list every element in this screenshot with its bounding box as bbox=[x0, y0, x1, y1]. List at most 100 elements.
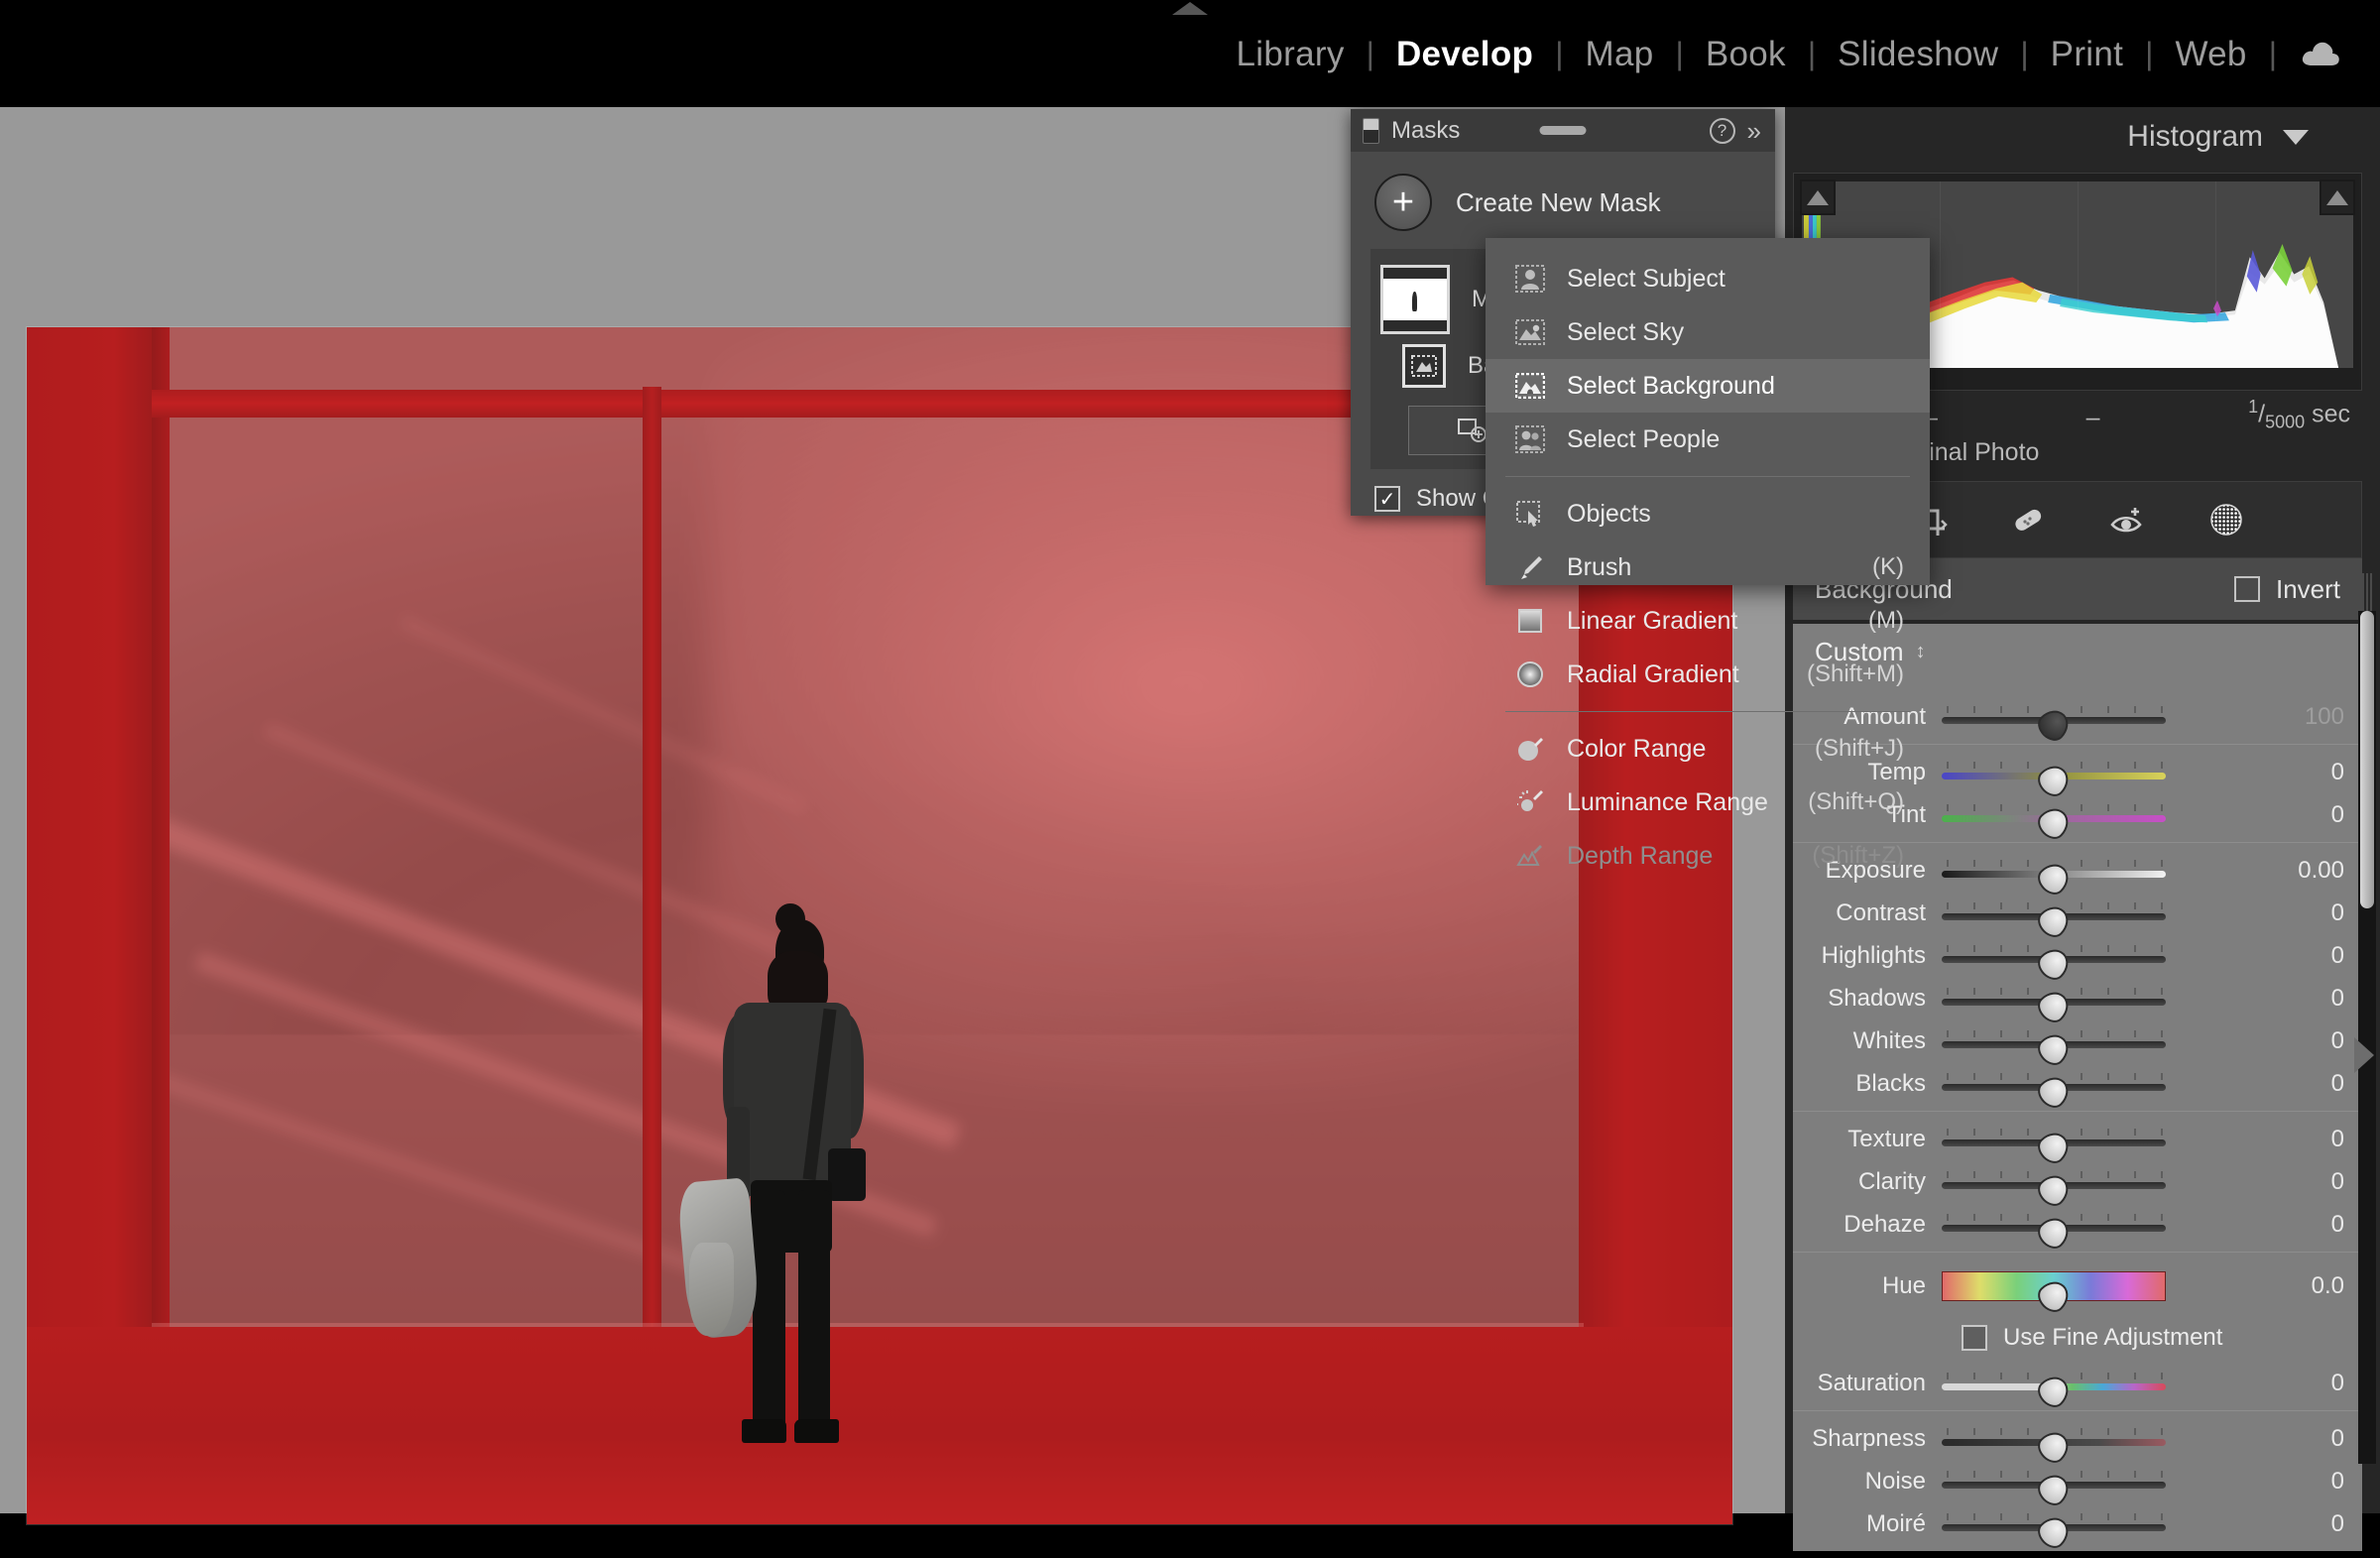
invert-checkbox[interactable] bbox=[2234, 576, 2260, 602]
menu-item-select-sky[interactable]: Select Sky bbox=[1486, 305, 1930, 359]
slider-value[interactable]: 0.00 bbox=[2267, 857, 2344, 885]
linear-gradient-icon bbox=[1513, 606, 1547, 636]
slider-value[interactable]: 0 bbox=[2267, 942, 2344, 970]
histogram-header[interactable]: Histogram bbox=[1785, 107, 2380, 167]
red-eye-icon[interactable] bbox=[2104, 497, 2150, 542]
slider-value[interactable]: 100 bbox=[2267, 703, 2344, 731]
triangle-right-icon[interactable] bbox=[2354, 1037, 2374, 1073]
slider-row-highlights[interactable]: Highlights 0 bbox=[1793, 934, 2362, 977]
slider-row-whites[interactable]: Whites 0 bbox=[1793, 1019, 2362, 1062]
question-mark-icon[interactable]: ? bbox=[1710, 118, 1735, 144]
slider-row-moire[interactable]: Moiré 0 bbox=[1793, 1502, 2362, 1545]
menu-item-select-people[interactable]: Select People bbox=[1486, 413, 1930, 466]
menu-item-select-background[interactable]: Select Background bbox=[1486, 359, 1930, 413]
slider-track[interactable] bbox=[1942, 1269, 2166, 1303]
invert-toggle[interactable]: Invert bbox=[2234, 574, 2340, 605]
module-slideshow[interactable]: Slideshow bbox=[1816, 37, 2020, 71]
slider-label: Contrast bbox=[1793, 899, 1942, 927]
slider-value[interactable]: 0 bbox=[2267, 985, 2344, 1013]
slider-row-noise[interactable]: Noise 0 bbox=[1793, 1460, 2362, 1502]
slider-row-clarity[interactable]: Clarity 0 bbox=[1793, 1160, 2362, 1203]
slider-value[interactable]: 0 bbox=[2267, 1168, 2344, 1196]
create-new-mask-button[interactable]: + Create New Mask bbox=[1351, 152, 1775, 249]
slider-track[interactable] bbox=[1942, 988, 2166, 1010]
slider-value[interactable]: 0 bbox=[2267, 1468, 2344, 1496]
brush-icon bbox=[1513, 552, 1547, 582]
slider-row-dehaze[interactable]: Dehaze 0 bbox=[1793, 1203, 2362, 1246]
slider-value[interactable]: 0 bbox=[2267, 1027, 2344, 1055]
module-book[interactable]: Book bbox=[1684, 37, 1808, 71]
slider-value[interactable]: 0 bbox=[2267, 759, 2344, 786]
menu-item-select-subject[interactable]: Select Subject bbox=[1486, 252, 1930, 305]
module-nav: Library | Develop | Map | Book | Slidesh… bbox=[1215, 37, 2356, 71]
slider-value[interactable]: 0 bbox=[2267, 1510, 2344, 1538]
slider-track[interactable] bbox=[1942, 1171, 2166, 1193]
nav-separator: | bbox=[2145, 38, 2153, 69]
shoe-left bbox=[742, 1419, 786, 1443]
slider-value[interactable]: 0 bbox=[2267, 1370, 2344, 1397]
module-print[interactable]: Print bbox=[2029, 37, 2145, 71]
fine-adjustment-checkbox[interactable] bbox=[1962, 1325, 1987, 1351]
slider-label: Highlights bbox=[1793, 942, 1942, 970]
highlight-clipping-icon[interactable] bbox=[2320, 180, 2355, 215]
shadow-clipping-icon[interactable] bbox=[1800, 180, 1836, 215]
slider-track[interactable] bbox=[1942, 706, 2166, 728]
triangle-down-icon[interactable] bbox=[2283, 130, 2309, 145]
triangle-up-icon[interactable] bbox=[1172, 2, 1208, 15]
nav-separator: | bbox=[2269, 38, 2277, 69]
use-fine-adjustment-toggle[interactable]: Use Fine Adjustment bbox=[1793, 1314, 2362, 1362]
slider-value[interactable]: 0 bbox=[2267, 1425, 2344, 1453]
menu-item-shortcut: (Shift+Q) bbox=[1808, 788, 1904, 816]
slider-row-saturation[interactable]: Saturation 0 bbox=[1793, 1362, 2362, 1404]
slider-row-hue[interactable]: Hue 0.0 bbox=[1793, 1258, 2362, 1314]
module-web[interactable]: Web bbox=[2153, 37, 2268, 71]
menu-item-radial-gradient[interactable]: Radial Gradient (Shift+M) bbox=[1486, 648, 1930, 701]
slider-label: Hue bbox=[1793, 1272, 1942, 1300]
menu-item-brush[interactable]: Brush (K) bbox=[1486, 540, 1930, 594]
drag-handle[interactable] bbox=[1540, 126, 1587, 135]
masking-icon[interactable] bbox=[2203, 497, 2249, 542]
slider-track[interactable] bbox=[1942, 902, 2166, 924]
menu-item-label: Luminance Range bbox=[1567, 788, 1768, 817]
slider-track[interactable] bbox=[1942, 1471, 2166, 1493]
slider-track[interactable] bbox=[1942, 945, 2166, 967]
menu-item-objects[interactable]: Objects bbox=[1486, 487, 1930, 540]
cloud-sync-icon[interactable] bbox=[2277, 39, 2356, 68]
masks-panel-header[interactable]: Masks ? » bbox=[1351, 109, 1775, 152]
slider-row-sharpness[interactable]: Sharpness 0 bbox=[1793, 1417, 2362, 1460]
slider-row-blacks[interactable]: Blacks 0 bbox=[1793, 1062, 2362, 1105]
slider-value[interactable]: 0 bbox=[2267, 1211, 2344, 1239]
slider-track[interactable] bbox=[1942, 762, 2166, 783]
slider-track[interactable] bbox=[1942, 1513, 2166, 1535]
slider-track[interactable] bbox=[1942, 1073, 2166, 1095]
slider-row-shadows[interactable]: Shadows 0 bbox=[1793, 977, 2362, 1019]
slider-track[interactable] bbox=[1942, 860, 2166, 882]
select-background-icon bbox=[1513, 371, 1547, 401]
slider-row-texture[interactable]: Texture 0 bbox=[1793, 1118, 2362, 1160]
slider-value[interactable]: 0 bbox=[2267, 1126, 2344, 1153]
menu-item-label: Select Subject bbox=[1567, 265, 1726, 294]
module-map[interactable]: Map bbox=[1564, 37, 1676, 71]
double-chevron-right-icon[interactable]: » bbox=[1747, 118, 1761, 144]
menu-item-luminance-range[interactable]: Luminance Range (Shift+Q) bbox=[1486, 776, 1930, 829]
slider-value[interactable]: 0 bbox=[2267, 899, 2344, 927]
scrollbar-thumb[interactable] bbox=[2360, 611, 2374, 908]
slider-value[interactable]: 0 bbox=[2267, 1070, 2344, 1098]
show-overlay-checkbox[interactable]: ✓ bbox=[1374, 486, 1400, 512]
slider-track[interactable] bbox=[1942, 1214, 2166, 1236]
slider-track[interactable] bbox=[1942, 1428, 2166, 1450]
menu-item-color-range[interactable]: Color Range (Shift+J) bbox=[1486, 722, 1930, 776]
slider-row-contrast[interactable]: Contrast 0 bbox=[1793, 892, 2362, 934]
slider-track[interactable] bbox=[1942, 1373, 2166, 1394]
menu-item-shortcut: (Shift+M) bbox=[1807, 660, 1904, 688]
menu-item-linear-gradient[interactable]: Linear Gradient (M) bbox=[1486, 594, 1930, 648]
slider-track[interactable] bbox=[1942, 804, 2166, 826]
module-library[interactable]: Library bbox=[1215, 37, 1367, 71]
slider-track[interactable] bbox=[1942, 1030, 2166, 1052]
module-develop[interactable]: Develop bbox=[1374, 37, 1555, 71]
slider-track[interactable] bbox=[1942, 1129, 2166, 1150]
slider-value[interactable]: 0.0 bbox=[2267, 1272, 2344, 1300]
healing-brush-icon[interactable] bbox=[2005, 497, 2051, 542]
slider-value[interactable]: 0 bbox=[2267, 801, 2344, 829]
camera bbox=[828, 1148, 866, 1201]
